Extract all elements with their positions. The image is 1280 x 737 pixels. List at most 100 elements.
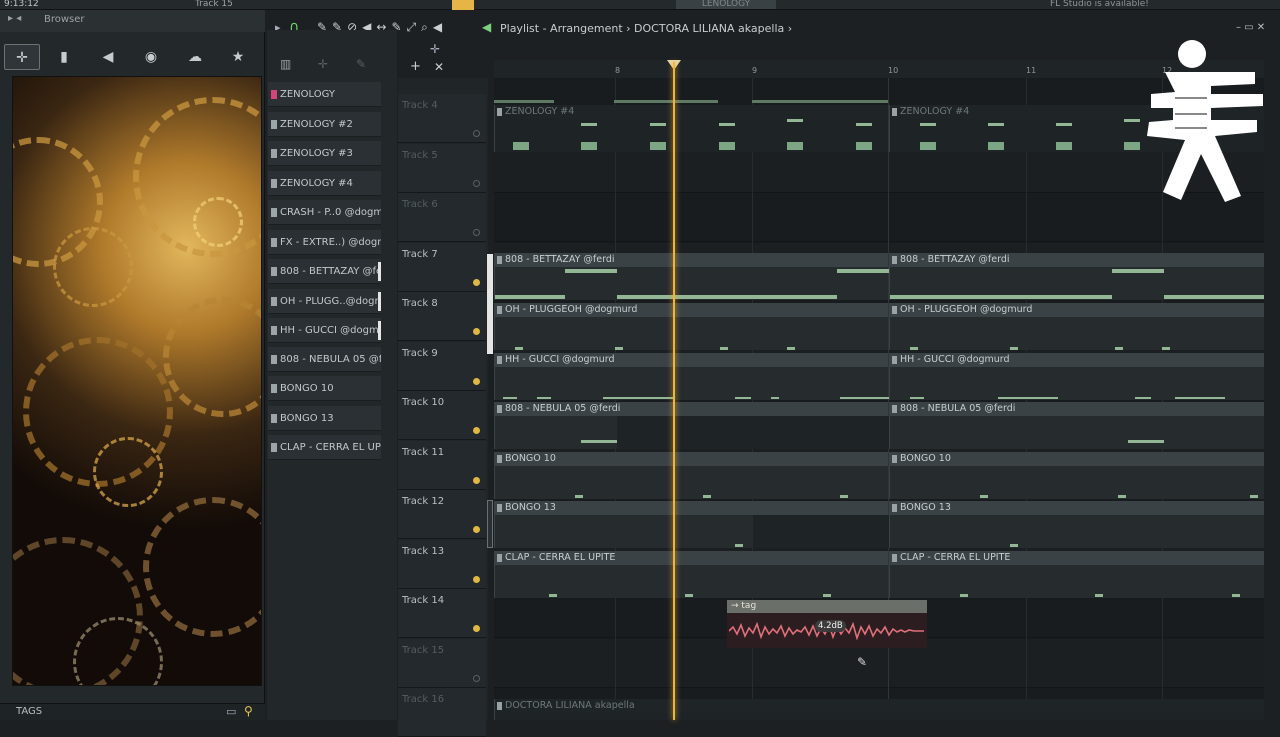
track-header[interactable]: Track 9 xyxy=(398,342,486,391)
pattern-clip[interactable]: HH - GUCCI @dogmurd xyxy=(889,353,1264,400)
search-icon[interactable]: ⚲ xyxy=(244,704,253,718)
pattern-icon xyxy=(271,120,277,129)
piano-icon[interactable]: ▥ xyxy=(280,57,291,71)
update-notice[interactable]: FL Studio is available! xyxy=(1050,0,1149,9)
channel-item[interactable]: CRASH - P..0 @dogmurd xyxy=(268,200,381,225)
pattern-clip[interactable]: CLAP - CERRA EL UPITE xyxy=(889,551,1264,598)
pattern-clip[interactable]: 808 - BETTAZAY @ferdi xyxy=(494,253,889,300)
track-header[interactable]: Track 11 xyxy=(398,441,486,490)
channel-item[interactable]: ZENOLOGY #4 xyxy=(268,171,381,196)
pattern-clip[interactable]: ZENOLOGY #4 xyxy=(494,105,888,152)
channel-label: BONGO 10 xyxy=(280,383,334,394)
speaker-icon[interactable]: ◀ xyxy=(482,20,491,34)
tab-cloud-icon[interactable]: ☁ xyxy=(177,44,213,70)
channel-logo xyxy=(1147,40,1263,202)
mute-led[interactable] xyxy=(473,526,480,533)
pattern-clip[interactable]: OH - PLUGGEOH @dogmurd xyxy=(889,303,1264,350)
mute-led[interactable] xyxy=(473,427,480,434)
hint-icon[interactable] xyxy=(452,0,474,10)
pattern-clip[interactable]: HH - GUCCI @dogmurd xyxy=(494,353,889,400)
steampunk-gears-image: pars xyxy=(12,76,262,686)
mute-led[interactable] xyxy=(473,675,480,682)
channel-item[interactable]: 808 - NEBULA 05 @ferdi xyxy=(268,347,381,372)
clip-label: CLAP - CERRA EL UPITE xyxy=(890,551,1264,565)
channel-label: CLAP - CERRA EL UPITE xyxy=(280,442,381,453)
channel-item[interactable]: OH - PLUGG..@dogmurd xyxy=(268,289,381,314)
track-header[interactable]: Track 10 xyxy=(398,391,486,440)
channel-item[interactable]: ZENOLOGY xyxy=(268,82,381,107)
pattern-clip[interactable]: 808 - NEBULA 05 @ferdi xyxy=(889,402,1264,449)
track-header[interactable]: Track 16 xyxy=(398,688,486,737)
add-icon[interactable]: + xyxy=(410,59,421,74)
pattern-selector[interactable]: LENOLOGY xyxy=(676,0,776,9)
file-icon: ▮ xyxy=(60,49,68,65)
channel-item[interactable]: ZENOLOGY #3 xyxy=(268,141,381,166)
tab-favorites-icon[interactable]: ★ xyxy=(220,44,256,70)
cloud-icon: ☁ xyxy=(188,49,202,65)
mute-led[interactable] xyxy=(473,279,480,286)
audio-clip[interactable]: DOCTORA LILIANA akapella xyxy=(494,699,1264,720)
pattern-clip[interactable]: OH - PLUGGEOH @dogmurd xyxy=(494,303,888,350)
clip-label: 808 - BETTAZAY @ferdi xyxy=(495,253,888,267)
mute-led[interactable] xyxy=(473,130,480,137)
tab-sounds-icon[interactable]: ◀ xyxy=(90,44,126,70)
tab-all-icon[interactable]: ✛ xyxy=(4,44,40,70)
pattern-clip[interactable]: BONGO 10 xyxy=(889,452,1264,499)
move-icon[interactable]: ✛ xyxy=(318,57,328,71)
move-icon[interactable]: ✛ xyxy=(430,42,440,56)
channel-item[interactable]: 808 - BETTAZAY @ferdi xyxy=(268,259,381,284)
pattern-clip[interactable]: BONGO 13 xyxy=(494,501,889,548)
track-label: Track 15 xyxy=(402,645,445,656)
pattern-clip[interactable]: 808 - NEBULA 05 @ferdi xyxy=(494,402,889,449)
track-header[interactable]: Track 4 xyxy=(398,94,486,143)
track-label: Track 11 xyxy=(402,447,445,458)
bar-number: 9 xyxy=(752,66,758,75)
mute-led[interactable] xyxy=(473,229,480,236)
playlist-title: Playlist - Arrangement › DOCTORA LILIANA… xyxy=(500,22,793,35)
track-header[interactable]: Track 7 xyxy=(398,243,486,292)
playhead[interactable] xyxy=(673,62,675,720)
pencil-icon[interactable]: ✎ xyxy=(356,57,366,71)
track-header[interactable]: Track 15 xyxy=(398,639,486,688)
channel-item[interactable]: BONGO 10 xyxy=(268,376,381,401)
menu-arrows-icon[interactable]: ▸ ◂ xyxy=(8,13,21,24)
track-header[interactable]: Track 6 xyxy=(398,193,486,242)
clip-label: OH - PLUGGEOH @dogmurd xyxy=(890,303,1264,317)
window-controls[interactable]: – ▭ ✕ xyxy=(1236,22,1265,33)
channel-item[interactable]: ZENOLOGY #2 xyxy=(268,112,381,137)
pattern-clip[interactable]: BONGO 13 xyxy=(889,501,1264,548)
folder-icon[interactable]: ▭ xyxy=(226,705,236,718)
track-header[interactable]: Track 12 xyxy=(398,490,486,539)
pattern-clip[interactable]: CLAP - CERRA EL UPITE xyxy=(494,551,888,598)
mute-led[interactable] xyxy=(473,576,480,583)
browser-tabs: ✛ ▮ ◀ ◉ ☁ ★ xyxy=(0,38,265,76)
track-header[interactable]: Track 5 xyxy=(398,144,486,193)
channel-item[interactable]: HH - GUCCI @dogmurd xyxy=(268,318,381,343)
tab-online-icon[interactable]: ◉ xyxy=(133,44,169,70)
track-header[interactable]: Track 13 xyxy=(398,540,486,589)
bar-number: 11 xyxy=(1026,66,1037,75)
selection-marker xyxy=(378,321,381,340)
channel-item[interactable]: BONGO 13 xyxy=(268,406,381,431)
selection-marker xyxy=(378,262,381,281)
tab-files-icon[interactable]: ▮ xyxy=(46,44,82,70)
mute-led[interactable] xyxy=(473,180,480,187)
track-label: Track 16 xyxy=(402,694,445,705)
mute-led[interactable] xyxy=(473,477,480,484)
channel-item[interactable]: CLAP - CERRA EL UPITE xyxy=(268,435,381,460)
star-icon: ★ xyxy=(231,49,245,65)
clip-label: BONGO 10 xyxy=(890,452,1264,466)
pattern-name[interactable]: Track 15 xyxy=(195,0,233,9)
pattern-clip[interactable]: BONGO 10 xyxy=(494,452,888,499)
pattern-icon xyxy=(271,326,277,335)
track-header[interactable]: Track 14 xyxy=(398,589,486,638)
pattern-clip[interactable]: 808 - BETTAZAY @ferdi xyxy=(889,253,1264,300)
pattern-icon xyxy=(271,238,277,247)
channel-item[interactable]: FX - EXTRE..) @dogmurd xyxy=(268,230,381,255)
close-icon[interactable]: ✕ xyxy=(434,60,444,74)
track-header[interactable]: Track 8 xyxy=(398,292,486,341)
mute-led[interactable] xyxy=(473,625,480,632)
mute-led[interactable] xyxy=(473,378,480,385)
mute-led[interactable] xyxy=(473,328,480,335)
audio-clip-tag[interactable]: → tag 4.2dB xyxy=(727,600,927,648)
